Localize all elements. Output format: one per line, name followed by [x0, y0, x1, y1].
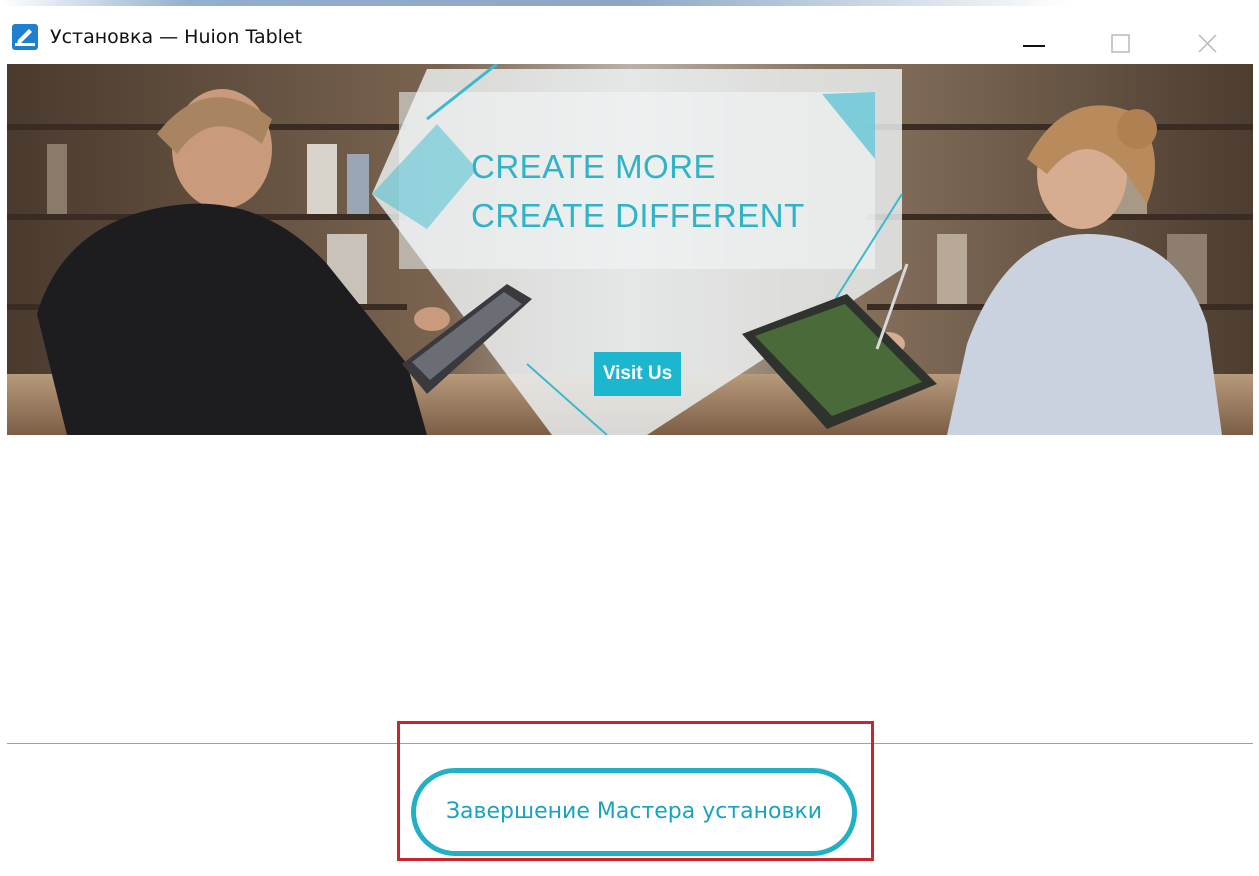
- window-title: Установка — Huion Tablet: [50, 26, 303, 48]
- banner-headline-line2: CREATE DIFFERENT: [471, 197, 805, 234]
- banner-headline-line1: CREATE MORE: [471, 148, 717, 185]
- finish-wizard-button[interactable]: Завершение Мастера установки: [411, 768, 857, 856]
- title-bar[interactable]: Установка — Huion Tablet: [0, 6, 1259, 64]
- promo-banner: CREATE MORE CREATE DIFFERENT Visit Us: [7, 64, 1253, 435]
- minimize-icon[interactable]: [990, 12, 1080, 64]
- installer-window: Установка — Huion Tablet CREATE MORE CRE…: [0, 0, 1259, 876]
- visit-us-button[interactable]: Visit Us: [594, 352, 681, 396]
- close-icon[interactable]: [1162, 12, 1252, 64]
- maximize-icon[interactable]: [1076, 12, 1166, 64]
- pen-tablet-icon: [12, 24, 38, 50]
